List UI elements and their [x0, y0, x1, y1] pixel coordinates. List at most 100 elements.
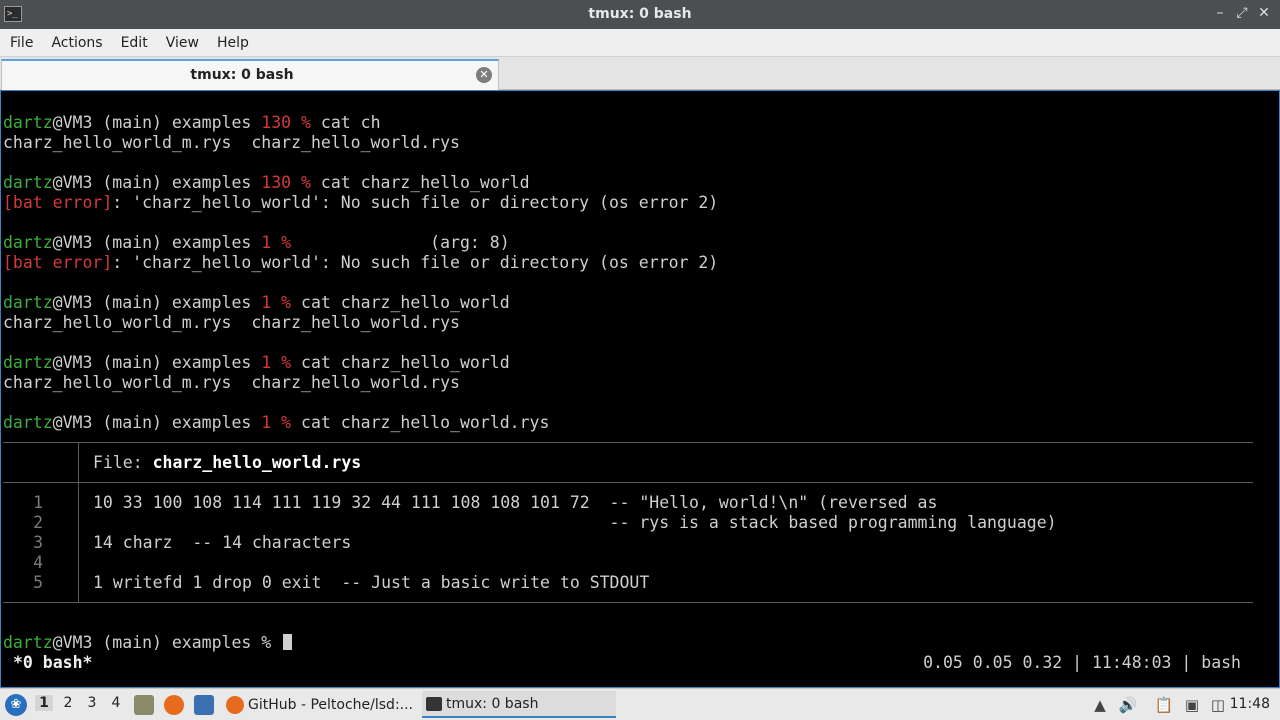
prompt-user: dartz	[3, 413, 53, 432]
terminal-line: dartz@VM3 (main) examples 130 % cat ch	[3, 113, 381, 133]
prompt-status: 1 %	[261, 233, 292, 252]
prompt-host: @VM3 (main) examples	[52, 233, 262, 252]
prompt-user: dartz	[3, 233, 53, 252]
tab-bar: tmux: 0 bash ✕	[0, 57, 1280, 90]
network-icon[interactable]: ◫	[1208, 695, 1228, 715]
start-menu-icon[interactable]: ❀	[5, 694, 27, 716]
prompt-status: 1 %	[261, 353, 292, 372]
tab-tmux[interactable]: tmux: 0 bash ✕	[1, 59, 499, 90]
minimize-icon[interactable]: –	[1212, 5, 1228, 21]
prompt-user: dartz	[3, 173, 53, 192]
menu-help[interactable]: Help	[210, 35, 256, 51]
prompt-command: cat charz_hello_world.rys	[291, 413, 550, 432]
bat-header-border	[3, 482, 1253, 483]
code-line: 10 33 100 108 114 111 119 32 44 111 108 …	[93, 493, 938, 512]
prompt-command: (arg: 8)	[291, 233, 510, 252]
close-icon[interactable]: ✕	[1256, 5, 1272, 21]
tab-close-icon[interactable]: ✕	[476, 67, 492, 83]
workspace-3[interactable]: 3	[83, 695, 101, 711]
prompt-user: dartz	[3, 293, 53, 312]
prompt-host: @VM3 (main) examples %	[52, 633, 282, 652]
terminal-error: [bat error]: 'charz_hello_world': No suc…	[3, 253, 718, 273]
taskbar: ❀ 1 2 3 4 GitHub - Peltoche/lsd:... tmux…	[0, 688, 1280, 720]
clock[interactable]: 11:48	[1230, 696, 1270, 712]
clipboard-icon[interactable]: 📋	[1154, 695, 1174, 715]
terminal-error: [bat error]: 'charz_hello_world': No suc…	[3, 193, 718, 213]
error-message: : 'charz_hello_world': No such file or d…	[112, 193, 719, 212]
terminal-output: charz_hello_world_m.rys charz_hello_worl…	[3, 133, 460, 152]
terminal-line: dartz@VM3 (main) examples 1 % cat charz_…	[3, 353, 510, 373]
terminal-icon	[426, 696, 442, 711]
menu-actions[interactable]: Actions	[44, 35, 109, 51]
current-prompt[interactable]: dartz@VM3 (main) examples %	[3, 633, 293, 653]
bat-header-gutter	[78, 442, 79, 482]
prompt-host: @VM3 (main) examples	[52, 113, 262, 132]
maximize-icon[interactable]: ⤢	[1234, 5, 1250, 21]
prompt-user: dartz	[3, 353, 53, 372]
menu-view[interactable]: View	[159, 35, 206, 51]
text-cursor	[283, 634, 293, 650]
prompt-host: @VM3 (main) examples	[52, 353, 262, 372]
prompt-user: dartz	[3, 633, 53, 652]
firefox-icon	[226, 695, 244, 714]
desktop-icon[interactable]	[194, 695, 214, 715]
menu-edit[interactable]: Edit	[114, 35, 155, 51]
prompt-host: @VM3 (main) examples	[52, 293, 262, 312]
prompt-command: cat charz_hello_world	[310, 173, 530, 192]
bat-gutter	[78, 482, 79, 602]
terminal-line: dartz@VM3 (main) examples 1 % cat charz_…	[3, 293, 510, 313]
code-line: -- rys is a stack based programming lang…	[93, 513, 1057, 532]
bat-file-name: charz_hello_world.rys	[152, 453, 362, 472]
workspace-2[interactable]: 2	[59, 695, 77, 711]
tab-label: tmux: 0 bash	[190, 67, 294, 83]
prompt-status: 1 %	[261, 293, 292, 312]
firefox-launcher-icon[interactable]	[164, 695, 184, 715]
menu-file[interactable]: File	[3, 35, 40, 51]
error-tag: [bat error]	[3, 253, 113, 272]
line-number: 1	[33, 493, 43, 512]
prompt-command: cat ch	[310, 113, 381, 132]
window-titlebar: >_ tmux: 0 bash – ⤢ ✕	[0, 0, 1280, 29]
bat-file-header: File: charz_hello_world.rys	[93, 453, 361, 473]
line-number: 3	[33, 533, 43, 552]
prompt-command: cat charz_hello_world	[291, 353, 510, 372]
task-label: tmux: 0 bash	[446, 695, 539, 712]
code-line: 14 charz -- 14 characters	[93, 533, 352, 552]
workspace-4[interactable]: 4	[107, 695, 125, 711]
file-manager-icon[interactable]	[134, 695, 154, 715]
terminal-line: dartz@VM3 (main) examples 1 % cat charz_…	[3, 413, 549, 433]
tmux-window-list[interactable]: *0 bash*	[13, 653, 92, 673]
prompt-user: dartz	[3, 113, 53, 132]
window-title: tmux: 0 bash	[588, 6, 692, 22]
error-tag: [bat error]	[3, 193, 113, 212]
prompt-command: cat charz_hello_world	[291, 293, 510, 312]
window-controls: – ⤢ ✕	[1212, 5, 1272, 21]
task-label: GitHub - Peltoche/lsd:...	[248, 696, 414, 713]
line-number: 4	[33, 553, 43, 572]
prompt-status: 1 %	[261, 413, 292, 432]
terminal-area[interactable]: dartz@VM3 (main) examples 130 % cat ch c…	[0, 90, 1280, 688]
prompt-status: 130 %	[261, 113, 311, 132]
terminal-output: charz_hello_world_m.rys charz_hello_worl…	[3, 313, 460, 332]
volume-icon[interactable]: 🔊	[1118, 695, 1138, 715]
prompt-host: @VM3 (main) examples	[52, 413, 262, 432]
bat-top-border	[3, 442, 1253, 443]
line-number: 2	[33, 513, 43, 532]
bat-file-label: File:	[93, 453, 153, 472]
code-line: 1 writefd 1 drop 0 exit -- Just a basic …	[93, 573, 650, 592]
terminal-line: dartz@VM3 (main) examples 130 % cat char…	[3, 173, 530, 193]
menu-bar: File Actions Edit View Help	[0, 29, 1280, 57]
prompt-status: 130 %	[261, 173, 311, 192]
display-icon[interactable]: ▣	[1182, 695, 1202, 715]
workspace-1[interactable]: 1	[35, 695, 53, 711]
terminal-output: charz_hello_world_m.rys charz_hello_worl…	[3, 373, 460, 392]
task-tmux[interactable]: tmux: 0 bash	[422, 691, 616, 718]
tmux-status-right: 0.05 0.05 0.32 | 11:48:03 | bash	[923, 653, 1241, 672]
line-number: 5	[33, 573, 43, 592]
prompt-host: @VM3 (main) examples	[52, 173, 262, 192]
tray-arrow-icon[interactable]: ▲	[1090, 695, 1110, 715]
bat-bottom-border	[3, 602, 1253, 603]
terminal-line: dartz@VM3 (main) examples 1 % (arg: 8)	[3, 233, 510, 253]
task-github[interactable]: GitHub - Peltoche/lsd:...	[222, 691, 418, 718]
error-message: : 'charz_hello_world': No such file or d…	[112, 253, 719, 272]
